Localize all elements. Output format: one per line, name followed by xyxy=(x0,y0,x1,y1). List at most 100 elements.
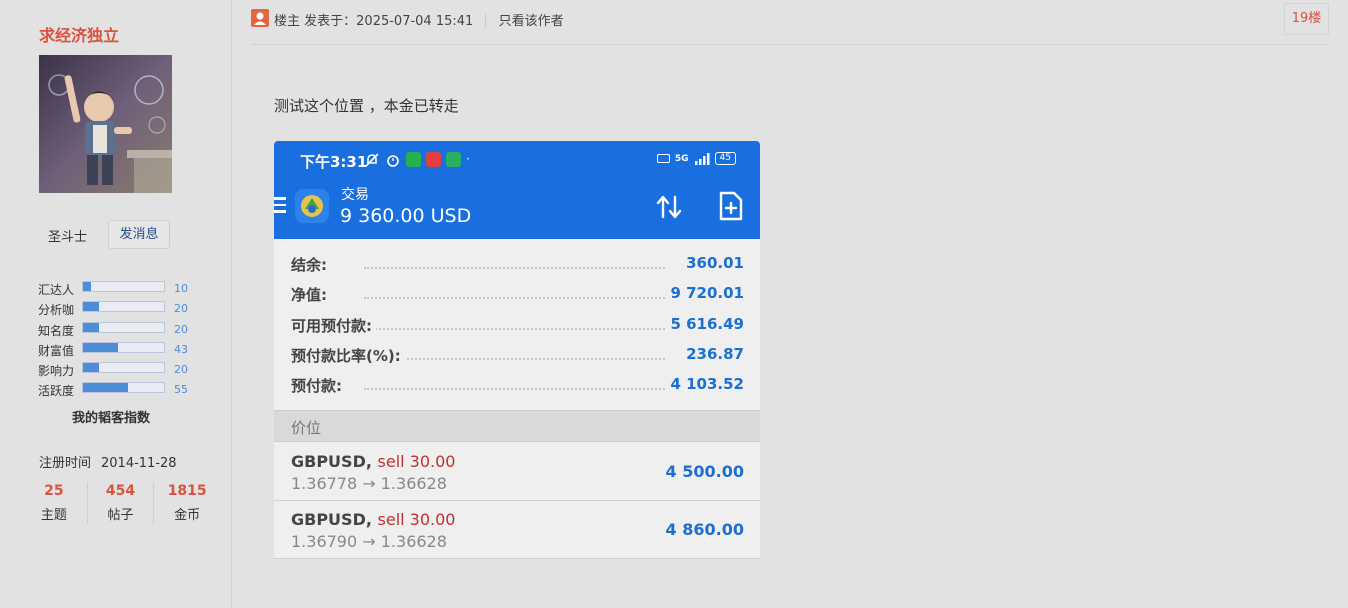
position-prices: 1.36790 → 1.36628 xyxy=(291,532,447,551)
post-time: 发表于：2025-07-04 15:41 xyxy=(304,14,474,29)
stat-label: 分析咖 xyxy=(38,303,75,318)
count-number: 1815 xyxy=(167,483,207,499)
dotted-leader xyxy=(364,357,665,360)
count-label: 金币 xyxy=(174,508,201,523)
more-dot-icon: · xyxy=(466,152,470,166)
stat-bar-fill xyxy=(83,322,100,332)
shield-app-icon xyxy=(446,152,461,167)
summary-key: 预付款比率(%): xyxy=(291,344,405,366)
position-row: GBPUSD, sell 30.00 1.36778 → 1.36628 4 5… xyxy=(274,443,760,501)
mute-bell-icon xyxy=(365,153,379,167)
username[interactable]: 求经济独立 xyxy=(39,22,119,46)
user-stats: 汇达人 10 分析咖 20 知名度 20 财富值 43 影响力 20 活跃度 5… xyxy=(38,279,198,401)
status-time: 下午3:31 xyxy=(300,153,368,171)
user-rank: 圣斗士 xyxy=(48,230,88,245)
author-icon xyxy=(251,9,269,27)
reg-date: 2014-11-28 xyxy=(101,456,177,471)
network-label: 5G xyxy=(674,153,689,164)
position-side: sell 30.00 xyxy=(377,452,456,471)
count-label: 主题 xyxy=(40,508,67,523)
battery-icon: 45 xyxy=(714,152,736,165)
stat-bar xyxy=(82,281,165,292)
user-counts: 25 主题 454 帖子 1815 金币 xyxy=(21,482,220,524)
summary-row: 预付款: 4 103.52 xyxy=(274,369,760,399)
avatar[interactable] xyxy=(39,55,172,193)
count-posts[interactable]: 454 帖子 xyxy=(88,482,155,524)
position-side: sell 30.00 xyxy=(377,510,456,529)
stat-row: 活跃度 55 xyxy=(38,380,198,400)
stat-row: 影响力 20 xyxy=(38,360,198,380)
stat-row: 分析咖 20 xyxy=(38,299,198,319)
signal-icon xyxy=(694,152,710,165)
stat-value: 20 xyxy=(174,302,188,316)
summary-value: 360.01 xyxy=(682,254,744,272)
dotted-leader xyxy=(364,388,665,391)
stat-bar-fill xyxy=(83,363,100,373)
stat-bar xyxy=(82,321,165,333)
stat-row: 知名度 20 xyxy=(38,320,198,340)
summary-row: 预付款比率(%): 236.87 xyxy=(274,339,760,369)
stat-bar xyxy=(82,301,165,313)
summary-key: 净值: xyxy=(291,284,331,306)
position-profit: 4 860.00 xyxy=(665,520,744,539)
summary-value: 9 720.01 xyxy=(666,284,744,303)
count-coins[interactable]: 1815 金币 xyxy=(154,482,220,524)
status-icons: · xyxy=(364,152,470,168)
author-label: 楼主 xyxy=(274,14,301,29)
summary-value: 236.87 xyxy=(682,344,744,363)
account-summary: 结余: 360.01 净值: 9 720.01 可用预付款: 5 616.49 预付款… xyxy=(274,248,760,399)
only-author-link[interactable]: 只看该作者 xyxy=(499,14,564,29)
stat-value: 10 xyxy=(174,282,188,295)
floor-number[interactable]: 19楼 xyxy=(1284,3,1329,35)
stat-label: 影响力 xyxy=(38,364,75,379)
count-label: 帖子 xyxy=(107,508,134,523)
app-notification-icon xyxy=(426,152,441,167)
stat-label: 活跃度 xyxy=(38,384,75,399)
summary-key: 可用预付款: xyxy=(291,314,376,336)
stat-bar xyxy=(82,362,165,374)
sort-icon[interactable] xyxy=(654,192,684,222)
summary-value: 5 616.49 xyxy=(666,314,744,333)
stat-bar xyxy=(82,382,165,394)
summary-row: 可用预付款: 5 616.49 xyxy=(274,309,760,339)
stat-bar-fill xyxy=(83,302,100,312)
symbol-text: GBPUSD, xyxy=(291,510,372,529)
position-prices: 1.36778 → 1.36628 xyxy=(291,474,447,493)
price-section-header: 价位 xyxy=(274,410,760,442)
reg-label: 注册时间 xyxy=(39,456,92,471)
stat-bar-fill xyxy=(83,342,118,352)
post-meta: 楼主 发表于：2025-07-04 15:41 只看该作者 xyxy=(274,10,564,29)
stat-label: 财富值 xyxy=(38,343,75,358)
stat-label: 汇达人 xyxy=(38,283,75,297)
stats-title[interactable]: 我的韬客指数 xyxy=(72,407,150,426)
send-message-button[interactable]: 发消息 xyxy=(108,220,170,249)
app-header: 下午3:31 · 5G 45 交易 9 360.00 USD xyxy=(274,141,760,239)
position-symbol: GBPUSD, sell 30.00 xyxy=(291,452,455,471)
summary-row: 净值: 9 720.01 xyxy=(274,278,760,308)
stat-value: 55 xyxy=(174,383,188,397)
position-symbol: GBPUSD, sell 30.00 xyxy=(291,510,455,529)
new-order-icon[interactable] xyxy=(718,191,744,221)
registration-info: 注册时间 2014-11-28 xyxy=(39,452,177,471)
symbol-text: GBPUSD, xyxy=(291,452,372,471)
summary-row: 结余: 360.01 xyxy=(274,248,760,278)
count-number: 25 xyxy=(44,483,64,499)
user-sidebar: 求经济独立 圣斗士 发消息 汇达人 10 分析咖 20 知名度 20 财富值 4… xyxy=(0,0,232,608)
wechat-icon xyxy=(406,152,421,167)
dotted-leader xyxy=(364,297,665,300)
dotted-leader xyxy=(364,327,665,330)
hamburger-menu-icon[interactable] xyxy=(274,197,286,213)
post-image-trading-screenshot[interactable]: 下午3:31 · 5G 45 交易 9 360.00 USD 结余: 360.0… xyxy=(274,141,760,559)
count-topics[interactable]: 25 主题 xyxy=(21,482,88,524)
summary-key: 结余: xyxy=(291,254,331,275)
stat-value: 20 xyxy=(174,322,188,336)
status-right: 5G 45 xyxy=(656,152,736,165)
hd-icon xyxy=(656,154,670,163)
stat-label: 知名度 xyxy=(38,323,75,338)
position-row: GBPUSD, sell 30.00 1.36790 → 1.36628 4 8… xyxy=(274,501,760,559)
post-body-text: 测试这个位置 ，本金已转走 xyxy=(274,97,459,115)
alarm-icon xyxy=(387,155,399,167)
meta-divider xyxy=(485,14,487,27)
position-profit: 4 500.00 xyxy=(665,462,744,481)
summary-key: 预付款: xyxy=(291,375,346,397)
